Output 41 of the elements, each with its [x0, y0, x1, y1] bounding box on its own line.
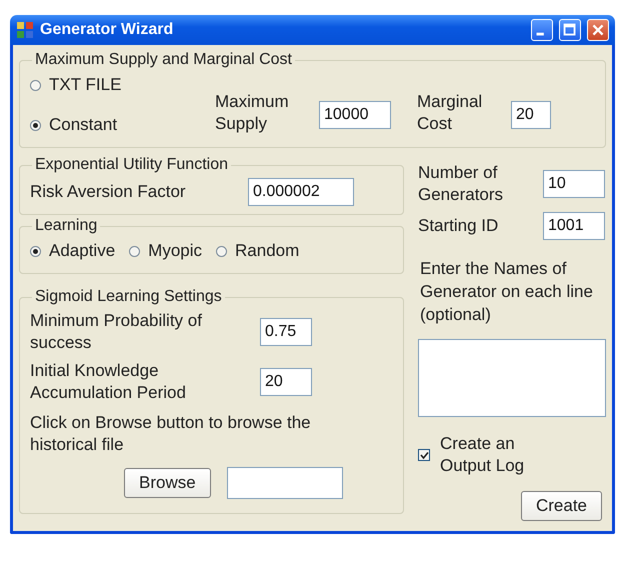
radio-label: TXT FILE	[49, 75, 122, 95]
group-title: Sigmoid Learning Settings	[34, 288, 223, 306]
radio-button[interactable]	[30, 80, 41, 90]
file-input[interactable]	[226, 466, 343, 499]
field-label: Number of Generators	[418, 162, 504, 206]
radio-button[interactable]	[216, 246, 228, 256]
id-input[interactable]: 1001	[543, 212, 605, 240]
cost-input[interactable]: 20	[511, 101, 551, 129]
browse-button[interactable]: Browse	[124, 468, 211, 498]
checkbox[interactable]	[418, 449, 430, 462]
checkbox-label: Create an Output Log	[440, 433, 526, 478]
radio-label: Myopic	[148, 241, 202, 261]
radio-button[interactable]	[30, 246, 41, 256]
create-button[interactable]: Create	[520, 491, 602, 522]
window-title: Generator Wizard	[40, 21, 174, 39]
field-label: Risk Aversion Factor	[30, 180, 187, 203]
group-title: Learning	[34, 217, 98, 235]
risk-input[interactable]: 0.000002	[248, 178, 354, 206]
radio-button[interactable]	[129, 246, 140, 256]
period-input[interactable]: 20	[260, 368, 312, 396]
field-label: Minimum Probability of success	[30, 310, 203, 354]
minimize-icon[interactable]	[531, 19, 553, 41]
radio-label: Constant	[49, 115, 118, 135]
field-label: Maximum Supply	[215, 90, 290, 135]
app-icon	[16, 21, 34, 39]
group-title: Maximum Supply and Marginal Cost	[34, 51, 293, 69]
maximize-icon[interactable]	[559, 19, 581, 41]
hint-text: Click on Browse button to browse the historical file	[30, 412, 312, 456]
group-title: Exponential Utility Function	[34, 156, 229, 174]
radio-button[interactable]	[30, 120, 41, 130]
probability-input[interactable]: 0.75	[260, 318, 312, 346]
supply-input[interactable]: 10000	[319, 101, 391, 129]
close-icon[interactable]	[587, 19, 609, 41]
radio-label: Adaptive	[49, 241, 116, 261]
generators-input[interactable]: 10	[543, 170, 605, 198]
names-field[interactable]	[418, 339, 606, 417]
field-label: Marginal Cost	[417, 90, 484, 135]
field-label: Initial Knowledge Accumulation Period	[30, 360, 187, 404]
field-label: Starting ID	[418, 215, 500, 238]
radio-label: Random	[235, 241, 300, 261]
hint-text: Enter the Names of Generator on each line (optional)	[419, 258, 594, 326]
